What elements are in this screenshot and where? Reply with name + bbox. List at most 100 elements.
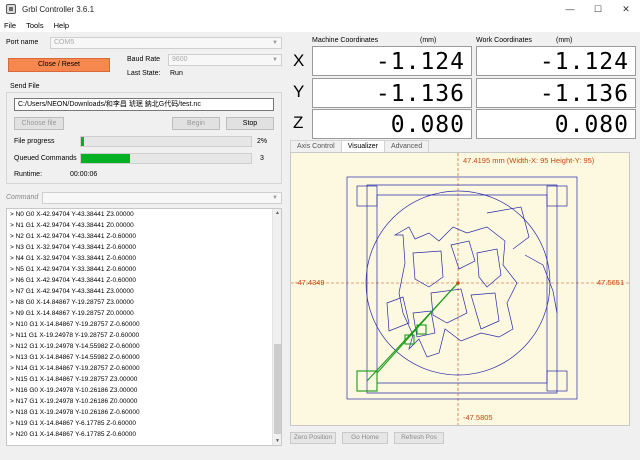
stop-button[interactable]: Stop: [226, 117, 274, 130]
tab-bar: Axis Control Visualizer Advanced: [290, 140, 430, 152]
file-progress-percent: 2%: [257, 138, 268, 145]
file-progress-label: File progress: [14, 138, 55, 145]
glyph-tail: [524, 254, 558, 314]
log-line: > N15 G1 X-14.84867 Y-19.28757 Z3.00000: [10, 376, 138, 383]
glyph-stroke-5: [470, 292, 500, 330]
title-bar: Grbl Controller 3.6.1 — ☐ ✕: [0, 0, 640, 18]
menu-tools[interactable]: Tools: [26, 21, 44, 30]
log-line: > N6 G1 X-42.94704 Y-43.38441 Z-0.60000: [10, 277, 136, 284]
toolpath-canvas: [291, 153, 629, 425]
choose-file-button[interactable]: Choose file: [14, 117, 64, 130]
minimize-button[interactable]: —: [556, 0, 584, 18]
y-min-label: -47.5805: [463, 413, 493, 422]
log-line: > N14 G1 X-14.84867 Y-19.28757 Z-0.60000: [10, 365, 140, 372]
visualizer-header: 47.4195 mm (Width-X: 95 Height-Y: 95): [463, 156, 595, 165]
tab-visualizer[interactable]: Visualizer: [340, 140, 385, 152]
machine-z-display: 0.080: [312, 109, 472, 139]
log-lines: > N0 G0 X-42.94704 Y-43.38441 Z3.00000 > …: [7, 209, 281, 440]
log-line: > N11 G1 X-19.24978 Y-19.28757 Z-0.60000: [10, 332, 140, 339]
glyph-outline: [393, 226, 518, 358]
axis-z-label: Z: [293, 113, 304, 132]
scroll-up-icon[interactable]: ▲: [273, 210, 281, 216]
log-line: > N17 G1 X-19.24978 Y-10.26186 Z0.00000: [10, 398, 138, 405]
queued-commands-fill: [81, 154, 131, 163]
log-line: > N9 G1 X-14.84867 Y-19.28757 Z0.00000: [10, 310, 134, 317]
tab-axis-control[interactable]: Axis Control: [290, 140, 342, 152]
log-line: > N7 G1 X-42.94704 Y-43.38441 Z3.00000: [10, 288, 134, 295]
glyph-top-stroke: [486, 206, 530, 250]
command-log[interactable]: > N0 G0 X-42.94704 Y-43.38441 Z3.00000 > …: [6, 208, 282, 446]
baud-rate-select[interactable]: 9600 ▼: [168, 54, 282, 66]
work-x-display: -1.124: [476, 46, 636, 76]
app-icon: [6, 4, 16, 14]
glyph-stroke-3: [476, 248, 502, 288]
log-line: > N20 G1 X-14.84867 Y-6.17785 Z-0.60000: [10, 431, 136, 438]
chevron-down-icon: ▼: [272, 40, 278, 46]
chevron-down-icon: ▼: [272, 57, 278, 63]
queued-commands-label: Queued Commands: [14, 155, 77, 162]
port-select[interactable]: COM5 ▼: [50, 37, 282, 49]
machine-y-display: -1.136: [312, 78, 472, 108]
scroll-down-icon[interactable]: ▼: [273, 438, 281, 444]
chevron-down-icon: ▼: [272, 195, 278, 201]
axis-y-label: Y: [293, 82, 305, 101]
glyph-stroke-2: [450, 240, 476, 270]
work-y-display: -1.136: [476, 78, 636, 108]
log-line: > N8 G0 X-14.84867 Y-19.28757 Z3.00000: [10, 299, 134, 306]
x-max-label: 47.5651: [597, 278, 625, 287]
file-progress-fill: [81, 137, 85, 146]
runtime-label: Runtime:: [14, 171, 43, 178]
completed-traverse-2: [376, 286, 455, 374]
file-progress-bar: [80, 136, 252, 147]
machine-x-display: -1.124: [312, 46, 472, 76]
log-line: > N10 G1 X-14.84867 Y-19.28757 Z-0.60000: [10, 321, 140, 328]
machine-unit-label: (mm): [420, 37, 437, 44]
log-line: > N3 G1 X-32.94704 Y-43.38441 Z-0.60000: [10, 244, 136, 251]
visualizer-panel[interactable]: 47.4195 mm (Width-X: 95 Height-Y: 95) -4…: [290, 152, 630, 426]
log-line: > N19 G1 X-14.84867 Y-6.17785 Z-0.60000: [10, 420, 136, 427]
port-name-label: Port name: [6, 39, 39, 46]
baud-rate-label: Baud Rate: [127, 56, 161, 63]
command-label: Command: [6, 194, 39, 201]
log-line: > N4 G1 X-32.94704 Y-33.38441 Z-0.60000: [10, 255, 136, 262]
tool-position-marker: [456, 281, 460, 285]
refresh-pos-button[interactable]: Refresh Pos: [394, 432, 444, 444]
tab-advanced[interactable]: Advanced: [383, 140, 430, 152]
menu-help[interactable]: Help: [54, 21, 69, 30]
command-input[interactable]: ▼: [42, 192, 282, 204]
seal-inner-frame: [366, 184, 558, 394]
axis-x-label: X: [293, 51, 305, 70]
file-path-input[interactable]: C:/Users/NEON/Downloads/和李昌 琥珉 鈉北G代码/tes…: [14, 98, 274, 111]
send-file-label: Send File: [10, 83, 40, 90]
close-reset-button[interactable]: Close / Reset: [8, 58, 110, 72]
zero-position-button[interactable]: Zero Position: [290, 432, 336, 444]
go-home-button[interactable]: Go Home: [342, 432, 388, 444]
window-title: Grbl Controller 3.6.1: [22, 4, 95, 14]
menu-file[interactable]: File: [4, 21, 16, 30]
begin-button[interactable]: Begin: [172, 117, 220, 130]
queued-commands-count: 3: [260, 155, 264, 162]
glyph-stroke-6: [412, 310, 436, 338]
runtime-value: 00:00:06: [70, 171, 98, 178]
maximize-button[interactable]: ☐: [584, 0, 612, 18]
log-line: > N16 G0 X-19.24978 Y-10.26186 Z3.00000: [10, 387, 138, 394]
machine-coordinates-label: Machine Coordinates: [312, 37, 379, 44]
log-line: > N0 G0 X-42.94704 Y-43.38441 Z3.00000: [10, 211, 134, 218]
log-line: > N12 G1 X-19.24978 Y-14.55982 Z-0.60000: [10, 343, 140, 350]
port-value: COM5: [54, 39, 75, 46]
log-line: > N5 G1 X-42.94704 Y-33.38441 Z-0.60000: [10, 266, 136, 273]
queued-commands-bar: [80, 153, 252, 164]
x-min-label: -47.4349: [295, 278, 325, 287]
log-line: > N13 G1 X-14.84867 Y-14.55982 Z-0.60000: [10, 354, 140, 361]
menu-bar: File Tools Help: [0, 18, 640, 32]
scroll-thumb[interactable]: [274, 344, 281, 434]
work-coordinates-label: Work Coordinates: [476, 37, 532, 44]
last-state-label: Last State:: [127, 70, 161, 77]
log-line: > N18 G1 X-19.24978 Y-10.26186 Z-0.60000: [10, 409, 140, 416]
log-line: > N1 G1 X-42.94704 Y-43.38441 Z0.00000: [10, 222, 134, 229]
glyph-stroke-7: [386, 296, 410, 332]
work-unit-label: (mm): [556, 37, 573, 44]
log-scrollbar[interactable]: ▲ ▼: [272, 209, 281, 445]
glyph-stroke-1: [412, 250, 444, 288]
close-window-button[interactable]: ✕: [612, 0, 640, 18]
